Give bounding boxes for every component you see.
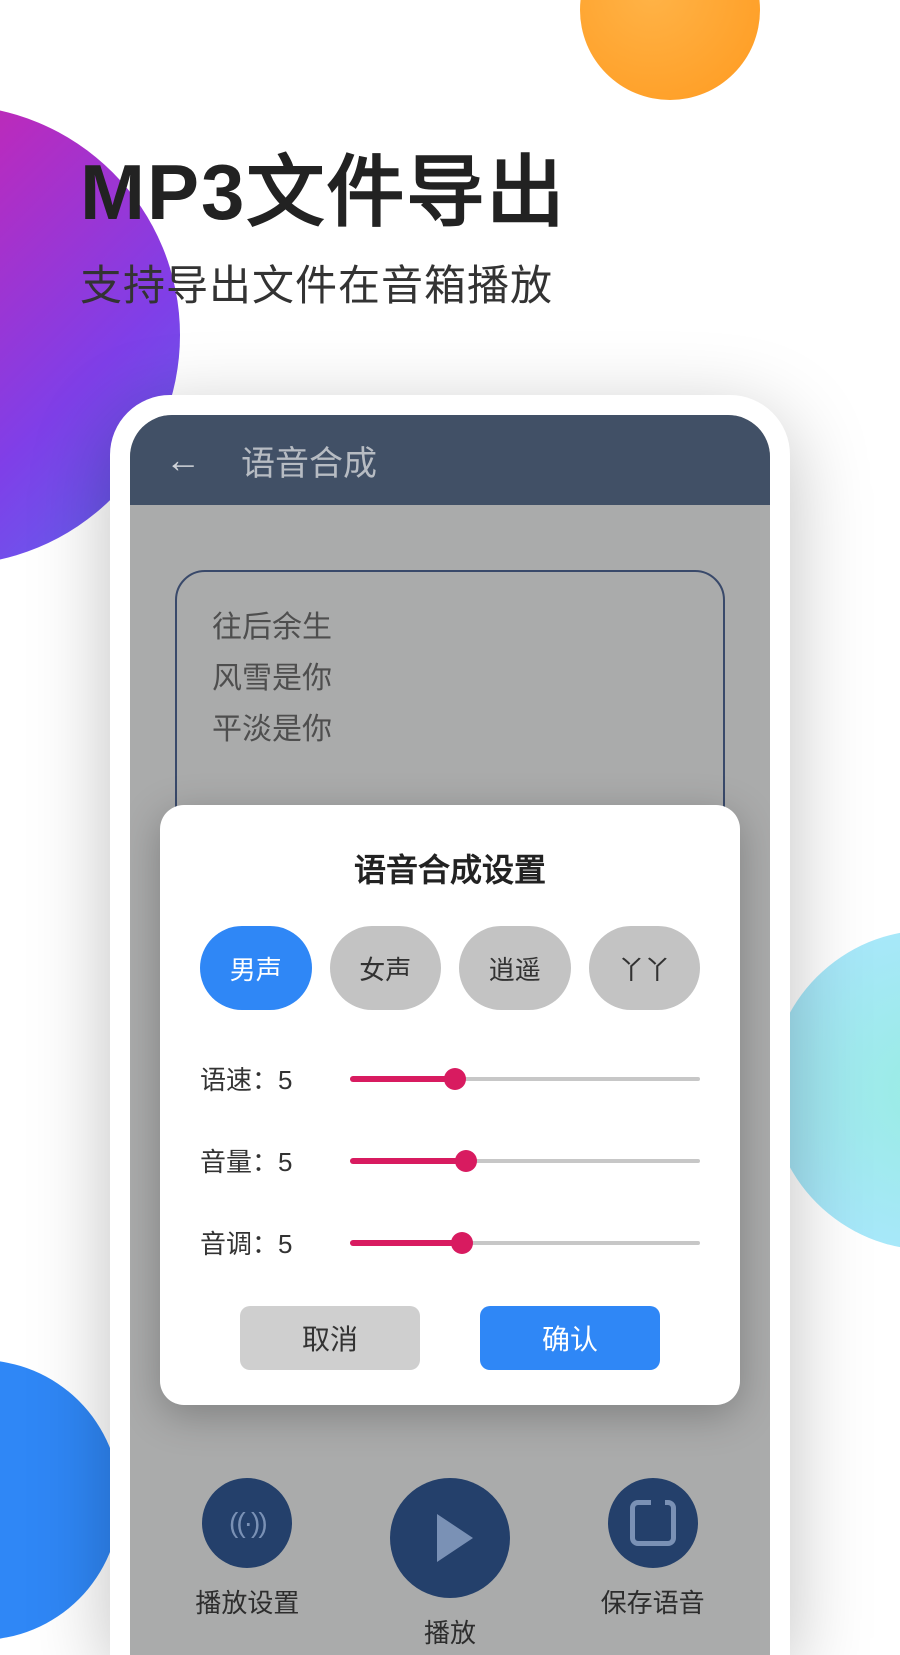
lyrics-line: 风雪是你 bbox=[212, 653, 688, 704]
slider-label: 语速：5 bbox=[200, 1060, 320, 1097]
broadcast-icon bbox=[202, 1478, 292, 1568]
confirm-button[interactable]: 确认 bbox=[480, 1306, 660, 1370]
bottom-item-save[interactable]: 保存语音 bbox=[601, 1478, 705, 1650]
slider-label-prefix: 音调： bbox=[200, 1229, 278, 1259]
headline-title: MP3文件导出 bbox=[80, 130, 566, 242]
slider-speed[interactable] bbox=[350, 1069, 700, 1089]
slider-value: 5 bbox=[278, 1229, 292, 1259]
slider-label-prefix: 音量： bbox=[200, 1147, 278, 1177]
bottom-label: 保存语音 bbox=[601, 1583, 705, 1620]
slider-row-volume: 音量：5 bbox=[200, 1142, 700, 1179]
slider-label: 音量：5 bbox=[200, 1142, 320, 1179]
settings-modal: 语音合成设置 男声 女声 逍遥 丫丫 语速：5 音量：5 bbox=[160, 805, 740, 1405]
decor-circle-orange bbox=[580, 0, 760, 100]
slider-volume[interactable] bbox=[350, 1151, 700, 1171]
voice-chip-yaya[interactable]: 丫丫 bbox=[589, 926, 701, 1010]
chip-label: 男声 bbox=[230, 950, 282, 987]
slider-fill bbox=[350, 1240, 462, 1246]
voice-chip-female[interactable]: 女声 bbox=[330, 926, 442, 1010]
slider-value: 5 bbox=[278, 1147, 292, 1177]
slider-value: 5 bbox=[278, 1065, 292, 1095]
slider-thumb-icon[interactable] bbox=[451, 1232, 473, 1254]
modal-title: 语音合成设置 bbox=[200, 845, 700, 891]
chip-label: 逍遥 bbox=[489, 950, 541, 987]
phone-mock: ← 语音合成 往后余生 风雪是你 平淡是你 语音合成设置 男声 女声 逍遥 丫丫… bbox=[110, 395, 790, 1655]
slider-row-speed: 语速：5 bbox=[200, 1060, 700, 1097]
voice-chip-male[interactable]: 男声 bbox=[200, 926, 312, 1010]
slider-thumb-icon[interactable] bbox=[455, 1150, 477, 1172]
modal-actions: 取消 确认 bbox=[200, 1306, 700, 1370]
headline-subtitle: 支持导出文件在音箱播放 bbox=[80, 252, 566, 313]
bottom-bar: 播放设置 播放 保存语音 bbox=[130, 1478, 770, 1655]
bottom-label: 播放 bbox=[424, 1613, 476, 1650]
page-headline: MP3文件导出 支持导出文件在音箱播放 bbox=[80, 130, 566, 313]
cancel-button[interactable]: 取消 bbox=[240, 1306, 420, 1370]
back-arrow-icon[interactable]: ← bbox=[165, 442, 201, 478]
slider-fill bbox=[350, 1076, 455, 1082]
play-icon bbox=[390, 1478, 510, 1598]
slider-label: 音调：5 bbox=[200, 1224, 320, 1261]
lyrics-line: 往后余生 bbox=[212, 602, 688, 653]
slider-fill bbox=[350, 1158, 466, 1164]
slider-row-pitch: 音调：5 bbox=[200, 1224, 700, 1261]
voice-chip-xiaoyao[interactable]: 逍遥 bbox=[459, 926, 571, 1010]
app-title: 语音合成 bbox=[241, 436, 377, 485]
slider-label-prefix: 语速： bbox=[200, 1065, 278, 1095]
app-header: ← 语音合成 bbox=[130, 415, 770, 505]
lyrics-line: 平淡是你 bbox=[212, 704, 688, 755]
bottom-label: 播放设置 bbox=[195, 1583, 299, 1620]
voice-chip-row: 男声 女声 逍遥 丫丫 bbox=[200, 926, 700, 1010]
slider-pitch[interactable] bbox=[350, 1233, 700, 1253]
phone-screen: ← 语音合成 往后余生 风雪是你 平淡是你 语音合成设置 男声 女声 逍遥 丫丫… bbox=[130, 415, 770, 1655]
slider-thumb-icon[interactable] bbox=[444, 1068, 466, 1090]
app-body: 往后余生 风雪是你 平淡是你 语音合成设置 男声 女声 逍遥 丫丫 语速：5 bbox=[130, 505, 770, 1655]
chip-label: 丫丫 bbox=[618, 950, 670, 987]
bottom-item-settings[interactable]: 播放设置 bbox=[195, 1478, 299, 1650]
chip-label: 女声 bbox=[359, 950, 411, 987]
bottom-item-play[interactable]: 播放 bbox=[390, 1478, 510, 1650]
save-icon bbox=[608, 1478, 698, 1568]
decor-circle-blue bbox=[0, 1360, 120, 1640]
